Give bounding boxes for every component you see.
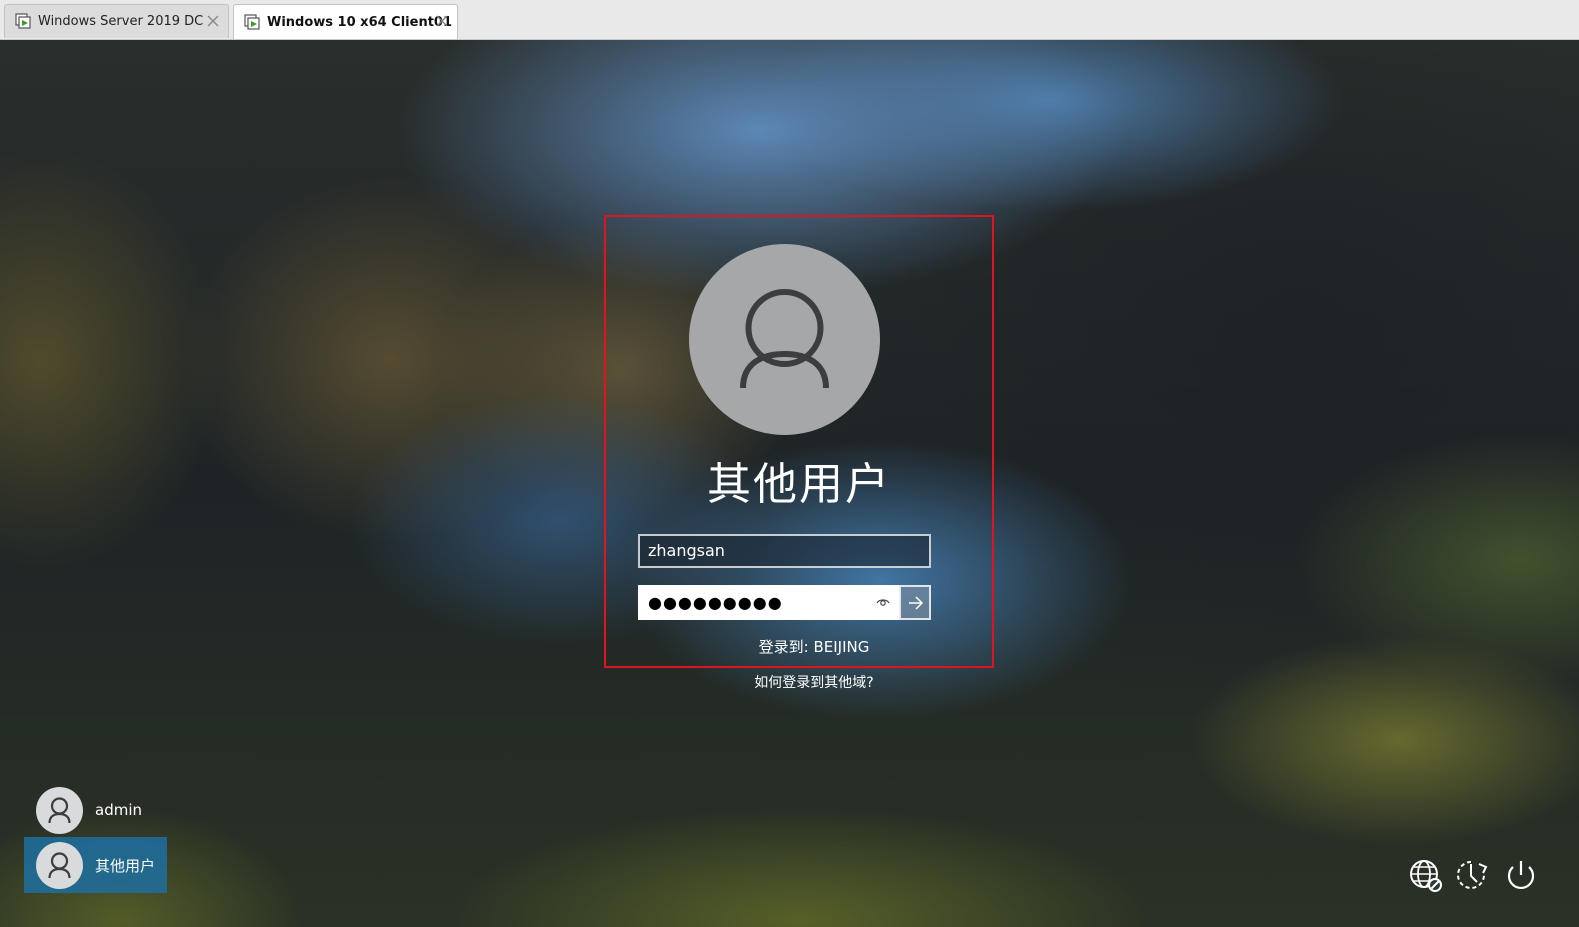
vm-icon <box>15 13 31 29</box>
tab-windows-10-x64-client01[interactable]: Windows 10 x64 Client01 <box>233 4 458 39</box>
accessibility-icon[interactable] <box>1455 858 1491 894</box>
network-icon[interactable] <box>1408 858 1444 894</box>
login-screen-background: 其他用户 zhangsan ●●●●●●●●● 登录到: BEIJING 如何登… <box>0 40 1579 927</box>
username-input[interactable]: zhangsan <box>638 534 931 568</box>
user-name: admin <box>95 801 142 819</box>
arrow-right-icon <box>909 596 924 610</box>
vm-tab-bar: Windows Server 2019 DC Windows 10 x64 Cl… <box>0 0 1579 40</box>
user-icon <box>740 289 829 389</box>
user-name: 其他用户 <box>95 856 156 875</box>
user-title: 其他用户 <box>707 459 891 510</box>
tab-windows-server-2019-dc[interactable]: Windows Server 2019 DC <box>4 4 229 38</box>
sign-in-to-domain: 登录到: BEIJING <box>758 638 870 656</box>
user-icon <box>48 796 71 823</box>
user-avatar-small <box>36 786 83 834</box>
user-avatar-large <box>689 244 880 435</box>
close-icon[interactable] <box>206 14 220 28</box>
user-icon <box>48 851 71 878</box>
vm-icon <box>244 13 260 30</box>
user-list-item-admin[interactable]: admin <box>24 782 167 838</box>
reveal-password-icon[interactable] <box>876 596 890 608</box>
power-icon[interactable] <box>1503 858 1539 894</box>
close-icon[interactable] <box>435 14 449 28</box>
tab-label: Windows 10 x64 Client01 <box>267 14 453 30</box>
submit-button[interactable] <box>899 585 931 620</box>
user-avatar-small <box>36 841 83 889</box>
user-list-item-other-user[interactable]: 其他用户 <box>24 837 167 893</box>
password-input[interactable]: ●●●●●●●●● <box>638 585 900 620</box>
tab-label: Windows Server 2019 DC <box>38 14 204 29</box>
other-domain-link[interactable]: 如何登录到其他域? <box>604 672 994 692</box>
